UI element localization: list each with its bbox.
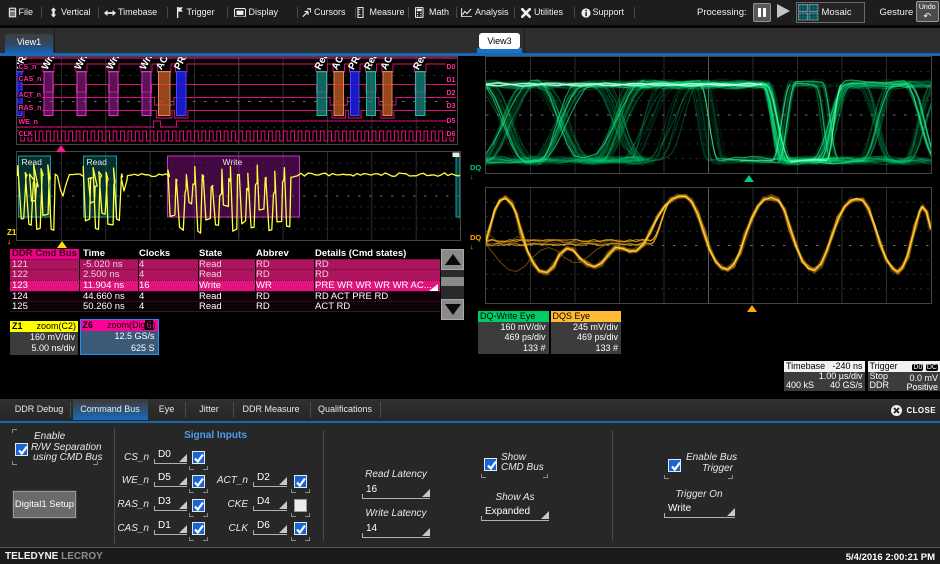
svg-text:AC: AC xyxy=(329,57,345,72)
svg-text:D5: D5 xyxy=(446,118,455,125)
svg-text:Wri: Wri xyxy=(137,57,154,72)
svg-text:Write: Write xyxy=(222,157,242,167)
svg-text:ACT_n: ACT_n xyxy=(18,92,41,99)
svg-text:CS_n: CS_n xyxy=(18,64,36,71)
svg-text:Wri: Wri xyxy=(104,57,121,72)
svg-text:RAS_n: RAS_n xyxy=(18,105,41,112)
svg-text:Wri: Wri xyxy=(39,57,56,72)
svg-text:D1: D1 xyxy=(446,77,455,84)
svg-text:D3: D3 xyxy=(446,103,455,110)
svg-text:Wri: Wri xyxy=(72,57,89,72)
svg-text:D2: D2 xyxy=(446,90,455,97)
svg-text:D6: D6 xyxy=(446,131,455,138)
svg-text:Read: Read xyxy=(86,157,107,167)
svg-text:WE_n: WE_n xyxy=(18,119,37,126)
svg-text:AC: AC xyxy=(154,57,170,72)
svg-text:CLK: CLK xyxy=(18,131,32,138)
svg-text:CAS_n: CAS_n xyxy=(18,76,41,83)
svg-text:Read: Read xyxy=(21,157,42,167)
svg-text:D0: D0 xyxy=(446,64,455,71)
